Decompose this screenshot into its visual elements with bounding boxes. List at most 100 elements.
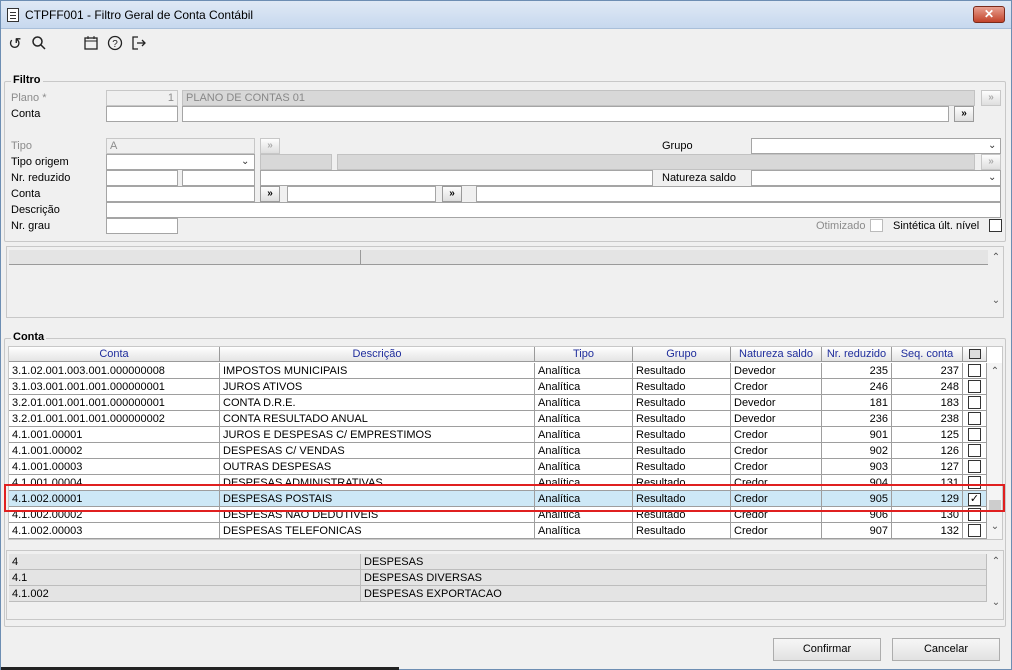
cell-grupo[interactable]: Resultado <box>633 443 731 459</box>
cell-checkbox[interactable] <box>963 363 987 379</box>
row-checkbox[interactable] <box>968 412 981 425</box>
cell-conta[interactable]: 4.1.001.00003 <box>9 459 220 475</box>
cell-nr-reduzido[interactable]: 907 <box>822 523 892 539</box>
row-checkbox[interactable] <box>968 364 981 377</box>
cell-natureza-saldo[interactable]: Devedor <box>731 363 822 379</box>
conta-to-browse-button[interactable]: » <box>442 186 462 202</box>
header-tipo[interactable]: Tipo <box>535 347 633 362</box>
help-icon[interactable]: ? <box>105 35 125 55</box>
sintetica-checkbox[interactable] <box>989 219 1002 232</box>
row-checkbox[interactable] <box>968 428 981 441</box>
table-row[interactable]: 3.2.01.001.001.001.000000002 CONTA RESULT… <box>9 411 987 427</box>
cell-seq-conta[interactable]: 126 <box>892 443 963 459</box>
cell-nr-reduzido[interactable]: 902 <box>822 443 892 459</box>
cell-grupo[interactable]: Resultado <box>633 395 731 411</box>
header-nr-reduzido[interactable]: Nr. reduzido <box>822 347 892 362</box>
conta-grid-scrollbar[interactable]: ⌃ ⌄ <box>987 363 1002 539</box>
cell-tipo[interactable]: Analítica <box>535 379 633 395</box>
cell-seq-conta[interactable]: 127 <box>892 459 963 475</box>
cell-descricao[interactable]: DESPESAS C/ VENDAS <box>220 443 535 459</box>
tipo-origem-select[interactable] <box>106 154 255 170</box>
cell-tipo[interactable]: Analítica <box>535 459 633 475</box>
header-grupo[interactable]: Grupo <box>633 347 731 362</box>
cell-natureza-saldo[interactable]: Credor <box>731 427 822 443</box>
cell-descricao[interactable]: JUROS E DESPESAS C/ EMPRESTIMOS <box>220 427 535 443</box>
conta-from-field[interactable] <box>106 186 255 202</box>
cell-conta[interactable]: 3.1.02.001.003.001.000000008 <box>9 363 220 379</box>
conta-from-browse-button[interactable]: » <box>260 186 280 202</box>
natureza-saldo-select[interactable] <box>751 170 1001 186</box>
table-row[interactable]: 3.1.03.001.001.001.000000001 JUROS ATIVOS… <box>9 379 987 395</box>
table-row[interactable]: 3.2.01.001.001.001.000000001 CONTA D.R.E.… <box>9 395 987 411</box>
cell-tipo[interactable]: Analítica <box>535 443 633 459</box>
scroll-down-icon[interactable]: ⌄ <box>987 521 1002 532</box>
cell-natureza-saldo[interactable]: Credor <box>731 443 822 459</box>
table-row[interactable]: 4.1.002.00003 DESPESAS TELEFONICAS Analíti… <box>9 523 987 539</box>
cell-checkbox[interactable] <box>963 523 987 539</box>
cell-grupo[interactable]: Resultado <box>633 459 731 475</box>
nr-reduzido-from[interactable] <box>106 170 178 186</box>
undo-icon[interactable]: ↺ <box>5 35 25 55</box>
cell-seq-conta[interactable]: 237 <box>892 363 963 379</box>
cell-conta[interactable]: 3.2.01.001.001.001.000000001 <box>9 395 220 411</box>
conta-range-desc[interactable] <box>476 186 1001 202</box>
conta-browse-button[interactable]: » <box>954 106 974 122</box>
cell-checkbox[interactable] <box>963 379 987 395</box>
cell-natureza-saldo[interactable]: Devedor <box>731 395 822 411</box>
cell-grupo[interactable]: Resultado <box>633 379 731 395</box>
cell-nr-reduzido[interactable]: 235 <box>822 363 892 379</box>
cell-tipo[interactable]: Analítica <box>535 363 633 379</box>
row-checkbox[interactable] <box>968 396 981 409</box>
cell-tipo[interactable]: Analítica <box>535 411 633 427</box>
header-descricao[interactable]: Descrição <box>220 347 535 362</box>
table-row[interactable]: 4.1.001.00001 JUROS E DESPESAS C/ EMPREST… <box>9 427 987 443</box>
cell-nr-reduzido[interactable]: 181 <box>822 395 892 411</box>
upper-grid-scrollbar[interactable]: ⌃ ⌄ <box>988 249 1003 315</box>
cell-nr-reduzido[interactable]: 246 <box>822 379 892 395</box>
cancelar-button[interactable]: Cancelar <box>892 638 1000 661</box>
nr-reduzido-extra[interactable] <box>260 170 653 186</box>
cell-checkbox[interactable] <box>963 443 987 459</box>
close-button[interactable]: ✕ <box>973 6 1005 23</box>
cell-conta[interactable]: 4.1.001.00002 <box>9 443 220 459</box>
cell-seq-conta[interactable]: 125 <box>892 427 963 443</box>
row-checkbox[interactable] <box>968 380 981 393</box>
cell-natureza-saldo[interactable]: Credor <box>731 459 822 475</box>
grupo-select[interactable] <box>751 138 1001 154</box>
cell-nr-reduzido[interactable]: 236 <box>822 411 892 427</box>
cell-grupo[interactable]: Resultado <box>633 411 731 427</box>
row-checkbox[interactable] <box>968 460 981 473</box>
cell-seq-conta[interactable]: 238 <box>892 411 963 427</box>
cell-grupo[interactable]: Resultado <box>633 523 731 539</box>
cell-descricao[interactable]: OUTRAS DESPESAS <box>220 459 535 475</box>
scroll-up-icon[interactable]: ⌃ <box>987 366 1002 377</box>
cell-seq-conta[interactable]: 132 <box>892 523 963 539</box>
nr-grau-field[interactable] <box>106 218 178 234</box>
confirmar-button[interactable]: Confirmar <box>773 638 881 661</box>
cell-conta[interactable]: 3.2.01.001.001.001.000000002 <box>9 411 220 427</box>
cell-seq-conta[interactable]: 248 <box>892 379 963 395</box>
search-icon[interactable] <box>29 35 49 55</box>
select-all-checkbox[interactable] <box>968 349 981 359</box>
cell-descricao[interactable]: CONTA D.R.E. <box>220 395 535 411</box>
cell-checkbox[interactable] <box>963 459 987 475</box>
cell-checkbox[interactable] <box>963 395 987 411</box>
table-row[interactable]: 4.1.001.00002 DESPESAS C/ VENDAS Analítica… <box>9 443 987 459</box>
cell-conta[interactable]: 4.1.001.00001 <box>9 427 220 443</box>
cell-descricao[interactable]: CONTA RESULTADO ANUAL <box>220 411 535 427</box>
cell-nr-reduzido[interactable]: 903 <box>822 459 892 475</box>
cell-natureza-saldo[interactable]: Credor <box>731 523 822 539</box>
calendar-icon[interactable] <box>81 35 101 55</box>
conta-field[interactable] <box>106 106 178 122</box>
conta-to-field[interactable] <box>287 186 436 202</box>
cell-natureza-saldo[interactable]: Devedor <box>731 411 822 427</box>
header-conta[interactable]: Conta <box>9 347 220 362</box>
cell-seq-conta[interactable]: 183 <box>892 395 963 411</box>
header-select-all[interactable] <box>963 347 987 362</box>
cell-conta[interactable]: 4.1.002.00003 <box>9 523 220 539</box>
cell-natureza-saldo[interactable]: Credor <box>731 379 822 395</box>
cell-nr-reduzido[interactable]: 901 <box>822 427 892 443</box>
summary-grid-scrollbar[interactable]: ⌃ ⌄ <box>988 553 1003 617</box>
conta-description-field[interactable] <box>182 106 949 122</box>
row-checkbox[interactable] <box>968 444 981 457</box>
